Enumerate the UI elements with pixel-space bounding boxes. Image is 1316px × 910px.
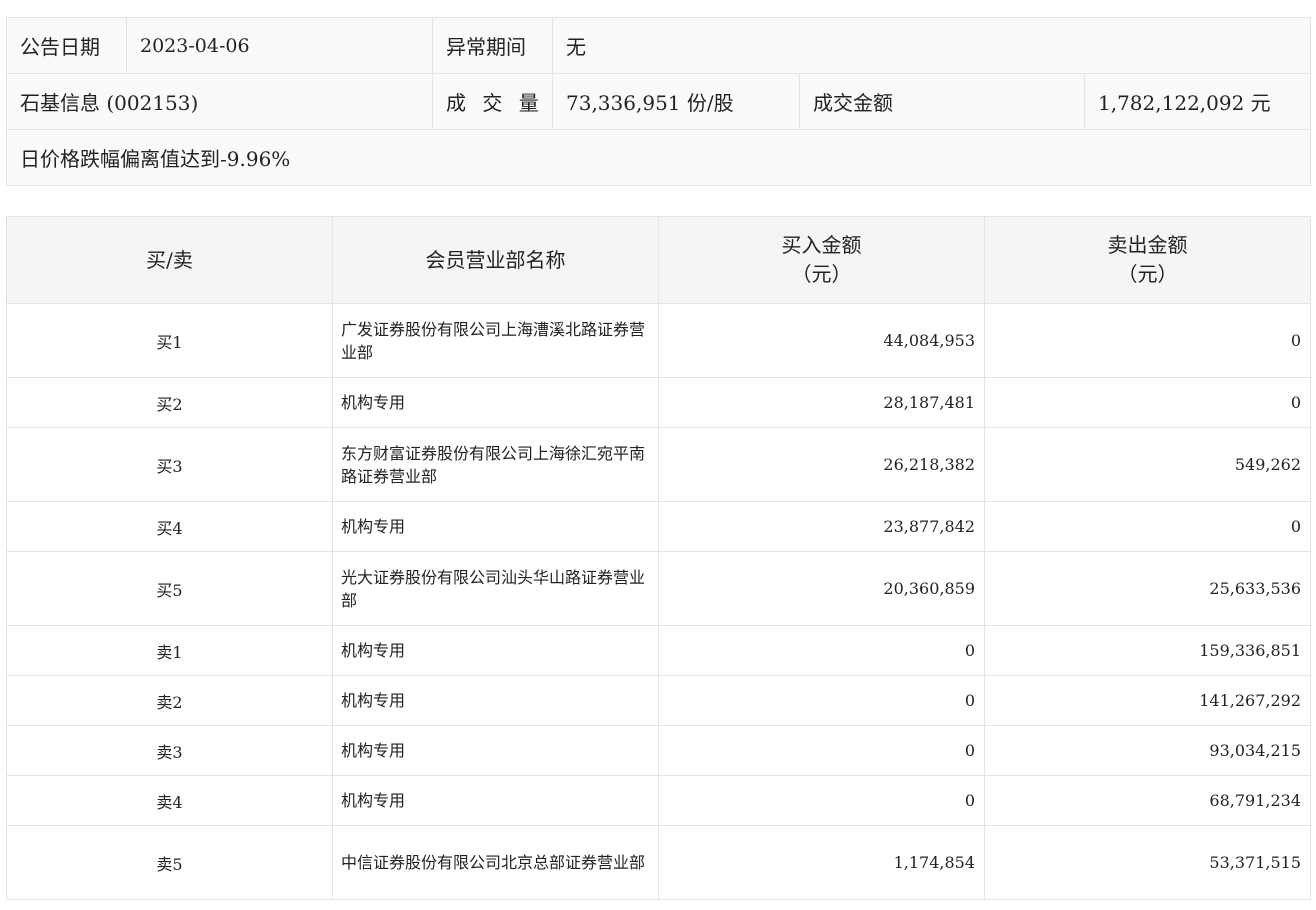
header-buy-amount: 买入金额 （元）: [658, 216, 985, 304]
buy-amount-cell: 1,174,854: [658, 825, 985, 900]
header-sell-amount: 卖出金额 （元）: [984, 216, 1311, 304]
volume-value: 73,336,951 份/股: [552, 73, 800, 130]
header-buy-line2: （元）: [791, 262, 852, 286]
header-sell-line2: （元）: [1117, 262, 1178, 286]
sell-amount-cell: 25,633,536: [984, 551, 1311, 626]
side-cell: 买2: [6, 377, 333, 428]
buy-amount-cell: 0: [658, 775, 985, 826]
date-label: 公告日期: [6, 17, 127, 74]
table-row: 卖3 机构专用 0 93,034,215: [6, 725, 1311, 776]
stock-name: 石基信息 (002153): [6, 73, 433, 130]
side-cell: 买5: [6, 551, 333, 626]
branch-name-cell: 中信证券股份有限公司北京总部证券营业部: [332, 825, 659, 900]
reason-text: 日价格跌幅偏离值达到-9.96%: [5, 129, 1312, 186]
branch-name-cell: 机构专用: [332, 775, 659, 826]
buy-amount-cell: 26,218,382: [658, 427, 985, 502]
buy-amount-cell: 20,360,859: [658, 551, 985, 626]
period-value: 无: [551, 17, 1312, 74]
side-cell: 买4: [6, 501, 333, 552]
buy-amount-cell: 0: [658, 625, 985, 676]
side-cell: 卖5: [6, 825, 333, 900]
table-row: 买5 光大证券股份有限公司汕头华山路证券营业部 20,360,859 25,63…: [6, 551, 1311, 626]
table-row: 买4 机构专用 23,877,842 0: [6, 501, 1311, 552]
table-row: 买3 东方财富证券股份有限公司上海徐汇宛平南路证券营业部 26,218,382 …: [6, 427, 1311, 502]
date-value: 2023-04-06: [126, 17, 433, 74]
side-cell: 买3: [6, 427, 333, 502]
header-buy-line1: 买入金额: [781, 233, 862, 257]
sell-amount-cell: 549,262: [984, 427, 1311, 502]
buy-amount-cell: 0: [658, 675, 985, 726]
side-cell: 卖4: [6, 775, 333, 826]
table-row: 卖2 机构专用 0 141,267,292: [6, 675, 1311, 726]
branch-name-cell: 机构专用: [332, 501, 659, 552]
buy-amount-cell: 0: [658, 725, 985, 776]
branch-name-cell: 广发证券股份有限公司上海漕溪北路证券营业部: [332, 303, 659, 378]
info-row-reason: 日价格跌幅偏离值达到-9.96%: [5, 129, 1312, 186]
side-cell: 卖3: [6, 725, 333, 776]
info-row-volume: 石基信息 (002153) 成 交 量 73,336,951 份/股 成交金额 …: [6, 73, 1312, 130]
side-cell: 买1: [6, 303, 333, 378]
side-cell: 卖1: [6, 625, 333, 676]
sell-amount-cell: 68,791,234: [984, 775, 1311, 826]
sell-amount-cell: 0: [984, 303, 1311, 378]
branch-name-cell: 机构专用: [332, 675, 659, 726]
trade-detail-table: 买/卖 会员营业部名称 买入金额 （元） 卖出金额 （元） 买1 广发证券股份有…: [6, 216, 1311, 900]
branch-name-cell: 光大证券股份有限公司汕头华山路证券营业部: [332, 551, 659, 626]
buy-amount-cell: 44,084,953: [658, 303, 985, 378]
header-sell-line1: 卖出金额: [1107, 233, 1188, 257]
sell-amount-cell: 0: [984, 501, 1311, 552]
branch-name-cell: 机构专用: [332, 725, 659, 776]
amount-label: 成交金额: [799, 73, 1085, 130]
side-cell: 卖2: [6, 675, 333, 726]
table-row: 买2 机构专用 28,187,481 0: [6, 377, 1311, 428]
period-label: 异常期间: [432, 17, 553, 74]
stock-info-table: 公告日期 2023-04-06 异常期间 无 石基信息 (002153) 成 交…: [5, 17, 1312, 186]
table-row: 卖5 中信证券股份有限公司北京总部证券营业部 1,174,854 53,371,…: [6, 825, 1311, 900]
header-branch: 会员营业部名称: [332, 216, 659, 304]
volume-label: 成 交 量: [432, 73, 553, 130]
branch-name-cell: 机构专用: [332, 377, 659, 428]
sell-amount-cell: 141,267,292: [984, 675, 1311, 726]
buy-amount-cell: 23,877,842: [658, 501, 985, 552]
info-row-date: 公告日期 2023-04-06 异常期间 无: [6, 17, 1312, 74]
branch-name-cell: 机构专用: [332, 625, 659, 676]
branch-name-cell: 东方财富证券股份有限公司上海徐汇宛平南路证券营业部: [332, 427, 659, 502]
sell-amount-cell: 0: [984, 377, 1311, 428]
table-row: 卖4 机构专用 0 68,791,234: [6, 775, 1311, 826]
amount-value: 1,782,122,092 元: [1083, 73, 1312, 130]
header-side: 买/卖: [6, 216, 333, 304]
buy-amount-cell: 28,187,481: [658, 377, 985, 428]
sell-amount-cell: 93,034,215: [984, 725, 1311, 776]
sell-amount-cell: 159,336,851: [984, 625, 1311, 676]
table-header-row: 买/卖 会员营业部名称 买入金额 （元） 卖出金额 （元）: [6, 216, 1311, 304]
sell-amount-cell: 53,371,515: [984, 825, 1311, 900]
table-row: 卖1 机构专用 0 159,336,851: [6, 625, 1311, 676]
table-row: 买1 广发证券股份有限公司上海漕溪北路证券营业部 44,084,953 0: [6, 303, 1311, 378]
